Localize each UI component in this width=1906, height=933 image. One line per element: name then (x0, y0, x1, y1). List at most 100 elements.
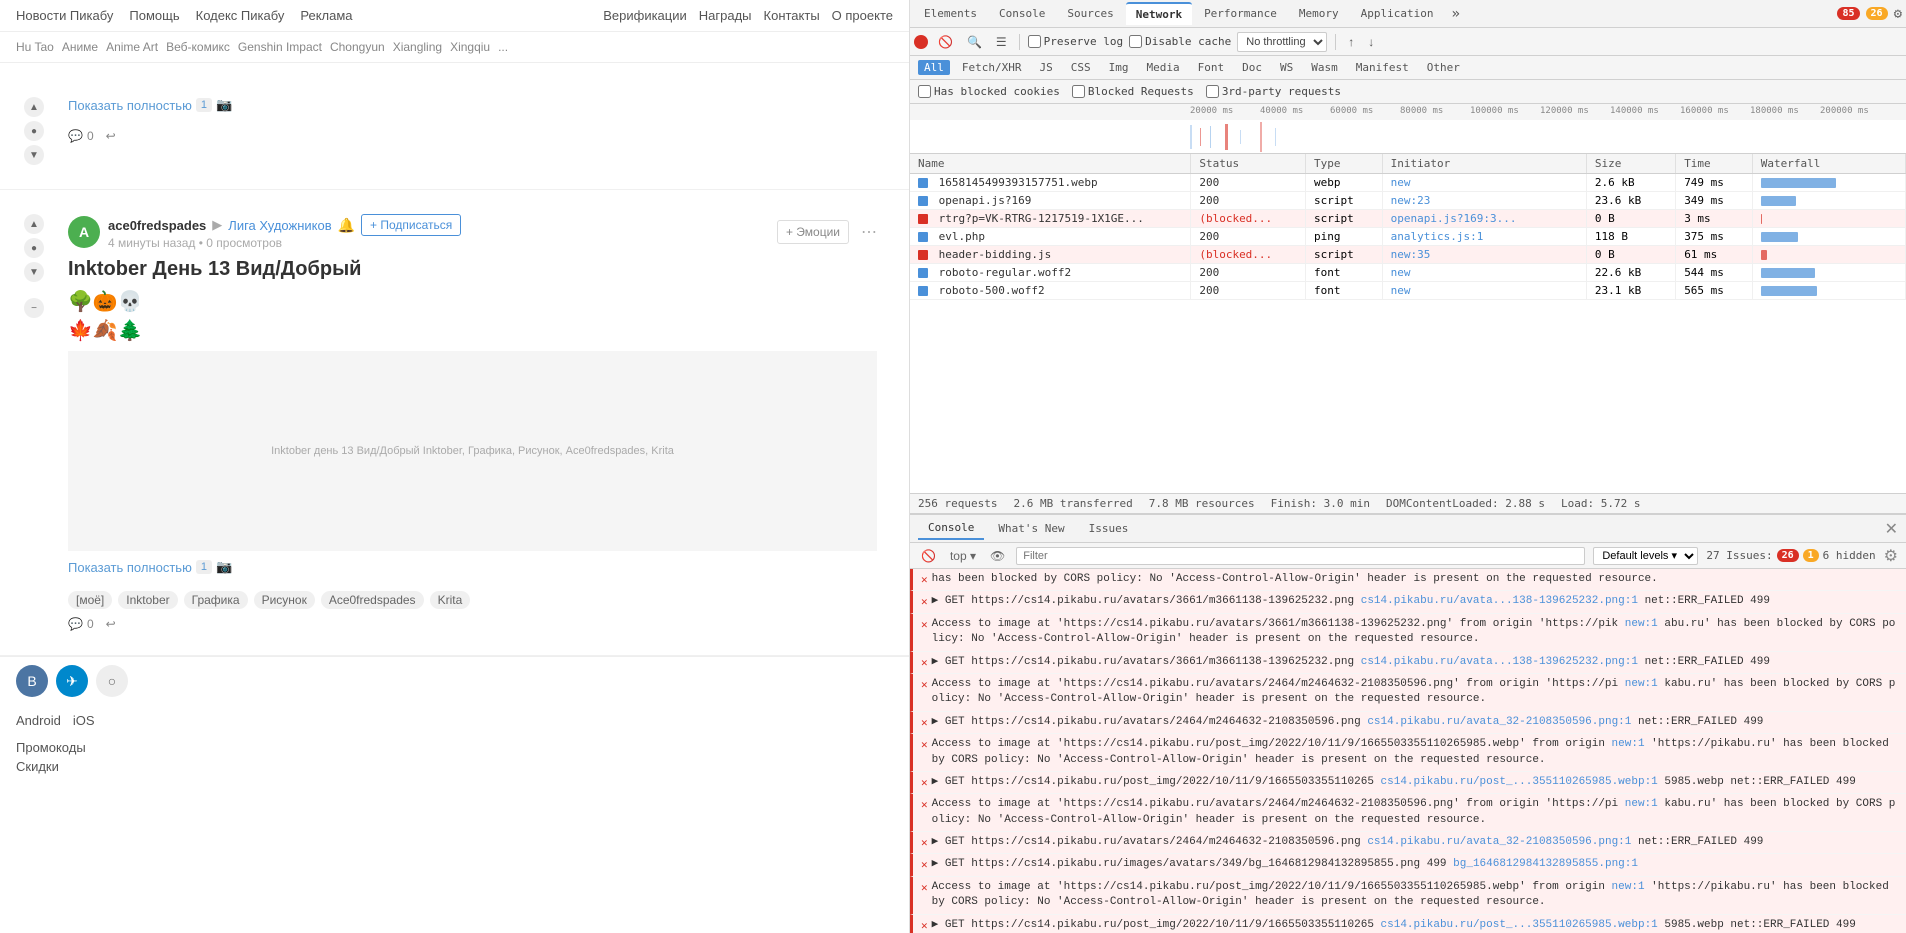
console-msg-link[interactable]: cs14.pikabu.ru/avata...138-139625232.png… (1361, 595, 1638, 607)
settings-icon[interactable]: ⚙ (1894, 6, 1902, 22)
console-level-select[interactable]: Default levels ▾ (1593, 547, 1698, 565)
other-social-icon[interactable]: ○ (96, 665, 128, 697)
console-msg-link[interactable]: new:1 (1612, 881, 1645, 893)
comment-btn-2[interactable]: 💬 0 (68, 617, 94, 631)
filter-all[interactable]: All (918, 60, 950, 75)
tag-webcomic[interactable]: Веб-комикс (166, 40, 230, 54)
nav-code[interactable]: Кодекс Пикабу (196, 8, 285, 23)
nav-news[interactable]: Новости Пикабу (16, 8, 113, 23)
table-row[interactable]: openapi.js?169 200 script new:23 23.6 kB… (910, 192, 1906, 210)
post-menu-2[interactable]: ⋯ (861, 222, 877, 242)
disable-cache-input[interactable] (1129, 35, 1142, 48)
tag-more[interactable]: ... (498, 40, 508, 54)
vote-down-2[interactable]: ▼ (24, 262, 44, 282)
minus-btn-2[interactable]: − (24, 298, 44, 318)
table-row[interactable]: evl.php 200 ping analytics.js:1 118 B 37… (910, 228, 1906, 246)
console-msg-link[interactable]: new:1 (1625, 618, 1658, 630)
tag-hu-tao[interactable]: Hu Tao (16, 40, 54, 54)
nav-contacts[interactable]: Контакты (764, 8, 820, 23)
col-initiator[interactable]: Initiator (1382, 154, 1586, 174)
tag-anime-art[interactable]: Anime Art (106, 40, 158, 54)
community-2[interactable]: Лига Художников (228, 218, 331, 233)
nav-ads[interactable]: Реклама (300, 8, 352, 23)
nav-about[interactable]: О проекте (832, 8, 893, 23)
console-close-btn[interactable]: ✕ (1885, 519, 1898, 539)
tab-console[interactable]: Console (989, 3, 1055, 24)
clear-btn[interactable]: 🚫 (934, 33, 957, 51)
third-party-checkbox[interactable]: 3rd-party requests (1206, 85, 1341, 98)
btag-ace[interactable]: Ace0fredspades (321, 591, 424, 609)
btag-moe[interactable]: [моё] (68, 591, 112, 609)
tag-xingqiu[interactable]: Xingqiu (450, 40, 490, 54)
filter-css[interactable]: CSS (1065, 60, 1097, 75)
comment-btn-1[interactable]: 💬 0 (68, 129, 94, 143)
col-status[interactable]: Status (1191, 154, 1306, 174)
table-row[interactable]: roboto-500.woff2 200 font new 23.1 kB 56… (910, 282, 1906, 300)
console-tab-issues[interactable]: Issues (1079, 518, 1139, 539)
console-clear-btn[interactable]: 🚫 (918, 548, 939, 564)
export-btn[interactable]: ↓ (1364, 33, 1378, 51)
console-msg-link[interactable]: cs14.pikabu.ru/avata_32-2108350596.png:1 (1367, 836, 1631, 848)
has-blocked-checkbox[interactable]: Has blocked cookies (918, 85, 1060, 98)
console-tab-whatsnew[interactable]: What's New (988, 518, 1074, 539)
tag-genshin[interactable]: Genshin Impact (238, 40, 322, 54)
tag-xiangling[interactable]: Xiangling (393, 40, 442, 54)
tab-network[interactable]: Network (1126, 2, 1192, 25)
filter-ws[interactable]: WS (1274, 60, 1299, 75)
more-tabs-btn[interactable]: » (1446, 2, 1466, 26)
show-full-2[interactable]: Показать полностью 1 📷 (68, 559, 232, 575)
blocked-requests-checkbox[interactable]: Blocked Requests (1072, 85, 1194, 98)
filter-wasm[interactable]: Wasm (1305, 60, 1344, 75)
console-msg-link[interactable]: new:1 (1625, 798, 1658, 810)
console-msg-link[interactable]: bg_1646812984132895855.png:1 (1453, 858, 1638, 870)
col-time[interactable]: Time (1676, 154, 1753, 174)
nav-help[interactable]: Помощь (129, 8, 179, 23)
console-msg-link[interactable]: cs14.pikabu.ru/post_...355110265985.webp… (1381, 776, 1658, 788)
console-msg-link[interactable]: cs14.pikabu.ru/post_...355110265985.webp… (1381, 919, 1658, 931)
table-row[interactable]: 1658145499393157751.webp 200 webp new 2.… (910, 174, 1906, 192)
show-full-1[interactable]: Показать полностью 1 📷 (68, 97, 232, 113)
filter-btn[interactable]: ☰ (992, 33, 1011, 51)
tab-memory[interactable]: Memory (1289, 3, 1349, 24)
vote-up-2[interactable]: ▲ (24, 214, 44, 234)
console-tab-console[interactable]: Console (918, 517, 984, 540)
telegram-icon[interactable]: ✈ (56, 665, 88, 697)
console-msg-link[interactable]: cs14.pikabu.ru/avata...138-139625232.png… (1361, 656, 1638, 668)
console-messages[interactable]: ✕has been blocked by CORS policy: No 'Ac… (910, 569, 1906, 933)
tag-chongyun[interactable]: Chongyun (330, 40, 385, 54)
ios-link[interactable]: iOS (73, 713, 95, 728)
search-btn[interactable]: 🔍 (963, 33, 986, 51)
table-row[interactable]: header-bidding.js (blocked... script new… (910, 246, 1906, 264)
record-btn[interactable] (914, 35, 928, 49)
vote-down-1[interactable]: ▼ (24, 145, 44, 165)
console-msg-link[interactable]: new:1 (1612, 738, 1645, 750)
vote-up-1[interactable]: ▲ (24, 97, 44, 117)
console-msg-link[interactable]: new:1 (1625, 678, 1658, 690)
tab-performance[interactable]: Performance (1194, 3, 1287, 24)
import-btn[interactable]: ↑ (1344, 33, 1358, 51)
filter-img[interactable]: Img (1103, 60, 1135, 75)
btag-krita[interactable]: Krita (430, 591, 471, 609)
share-btn-2[interactable]: ↩ (106, 617, 116, 631)
console-msg-link[interactable]: cs14.pikabu.ru/avata_32-2108350596.png:1 (1367, 716, 1631, 728)
vote-neutral-1[interactable]: ● (24, 121, 44, 141)
tab-application[interactable]: Application (1351, 3, 1444, 24)
subscribe-btn-2[interactable]: + Подписаться (361, 214, 461, 236)
promocodes-link[interactable]: Промокоды (16, 740, 893, 755)
vk-icon[interactable]: В (16, 665, 48, 697)
blocked-requests-input[interactable] (1072, 85, 1085, 98)
btag-inktober[interactable]: Inktober (118, 591, 177, 609)
console-filter-input[interactable] (1016, 547, 1585, 565)
nav-verify[interactable]: Верификации (603, 8, 687, 23)
filter-manifest[interactable]: Manifest (1350, 60, 1415, 75)
col-size[interactable]: Size (1586, 154, 1675, 174)
emoji-btn-2[interactable]: + Эмоции (777, 220, 849, 244)
disable-cache-checkbox[interactable]: Disable cache (1129, 35, 1231, 48)
table-row[interactable]: roboto-regular.woff2 200 font new 22.6 k… (910, 264, 1906, 282)
network-table-container[interactable]: Name Status Type Initiator Size Time Wat… (910, 154, 1906, 493)
android-link[interactable]: Android (16, 713, 61, 728)
console-context-btn[interactable]: top ▾ (947, 548, 979, 564)
vote-neutral-2[interactable]: ● (24, 238, 44, 258)
filter-js[interactable]: JS (1033, 60, 1058, 75)
author-name-2[interactable]: ace0fredspades (108, 218, 206, 233)
